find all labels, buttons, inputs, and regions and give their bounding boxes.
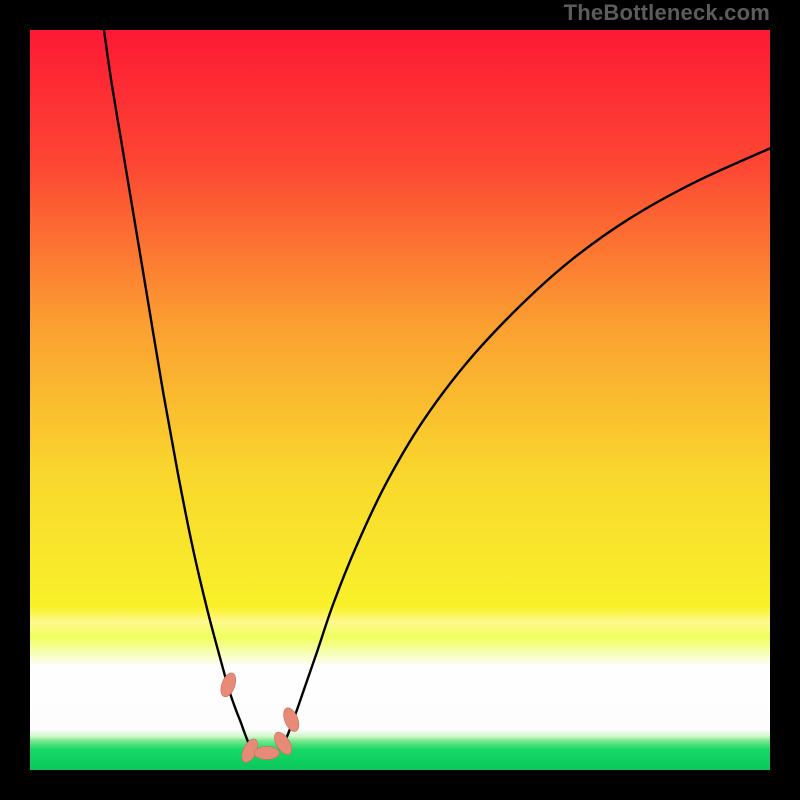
plot-area [30,30,770,770]
chart-stage: TheBottleneck.com [0,0,800,800]
background-gradient [30,30,770,770]
watermark-text: TheBottleneck.com [564,2,770,24]
